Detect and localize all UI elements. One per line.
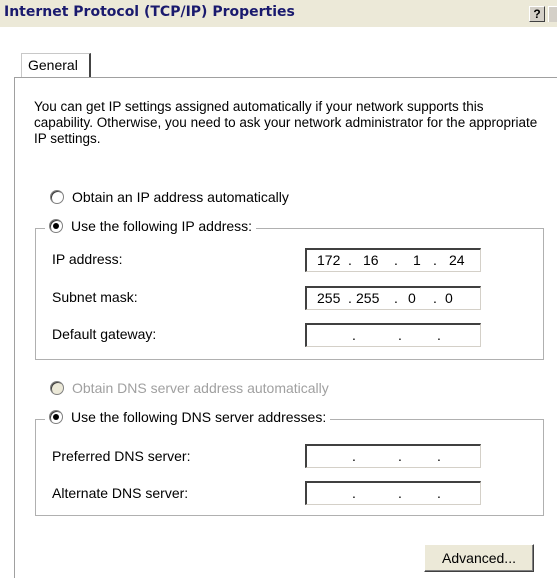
intro-text: You can get IP settings assigned automat… — [34, 99, 538, 146]
panel-border-left — [14, 77, 15, 578]
ip-address-octet-3: 1 — [413, 252, 421, 268]
subnet-mask-label: Subnet mask: — [52, 289, 138, 305]
panel-border-top — [14, 77, 557, 78]
ip-manual-label: Use the following IP address: — [71, 218, 253, 234]
alternate-dns-field[interactable]: . . . — [305, 481, 481, 505]
help-button[interactable]: ? — [529, 6, 545, 22]
dns-auto-label: Obtain DNS server address automatically — [72, 380, 329, 396]
preferred-dns-label: Preferred DNS server: — [52, 448, 191, 464]
subnet-mask-octet-1: 255 — [317, 290, 341, 306]
ip-manual-option[interactable]: Use the following IP address: — [45, 218, 257, 234]
ip-address-octet-4: 24 — [449, 252, 465, 268]
dns-manual-label: Use the following DNS server addresses: — [71, 409, 327, 425]
title-bar: Internet Protocol (TCP/IP) Properties ? — [0, 0, 557, 27]
help-icon: ? — [533, 7, 541, 21]
dns-manual-option[interactable]: Use the following DNS server addresses: — [45, 409, 331, 425]
close-button[interactable] — [548, 6, 557, 22]
window-title: Internet Protocol (TCP/IP) Properties — [4, 4, 295, 20]
tab-general-label: General — [28, 57, 78, 73]
ip-address-octet-2: 16 — [363, 252, 379, 268]
default-gateway-field[interactable]: . . . — [305, 323, 481, 347]
ip-manual-radio[interactable] — [49, 219, 63, 233]
subnet-mask-octet-4: 0 — [445, 290, 453, 306]
ip-auto-option[interactable]: Obtain an IP address automatically — [50, 189, 289, 205]
subnet-mask-octet-2: 255 — [356, 290, 380, 306]
ip-auto-label: Obtain an IP address automatically — [72, 189, 289, 205]
subnet-mask-octet-3: 0 — [408, 290, 416, 306]
ip-address-label: IP address: — [52, 251, 123, 267]
preferred-dns-field[interactable]: . . . — [305, 444, 481, 468]
dns-auto-option[interactable]: Obtain DNS server address automatically — [50, 380, 329, 396]
ip-address-field[interactable]: 172 . 16 . 1 . 24 — [305, 248, 481, 272]
ip-auto-radio[interactable] — [50, 190, 64, 204]
default-gateway-label: Default gateway: — [52, 326, 157, 342]
ip-address-octet-1: 172 — [317, 252, 341, 268]
alternate-dns-label: Alternate DNS server: — [52, 485, 189, 501]
dns-auto-radio[interactable] — [50, 381, 64, 395]
tab-general[interactable]: General — [21, 53, 91, 77]
advanced-button[interactable]: Advanced... — [424, 544, 534, 572]
subnet-mask-field[interactable]: 255 . 255 . 0 . 0 — [305, 286, 481, 310]
dns-manual-radio[interactable] — [49, 410, 63, 424]
